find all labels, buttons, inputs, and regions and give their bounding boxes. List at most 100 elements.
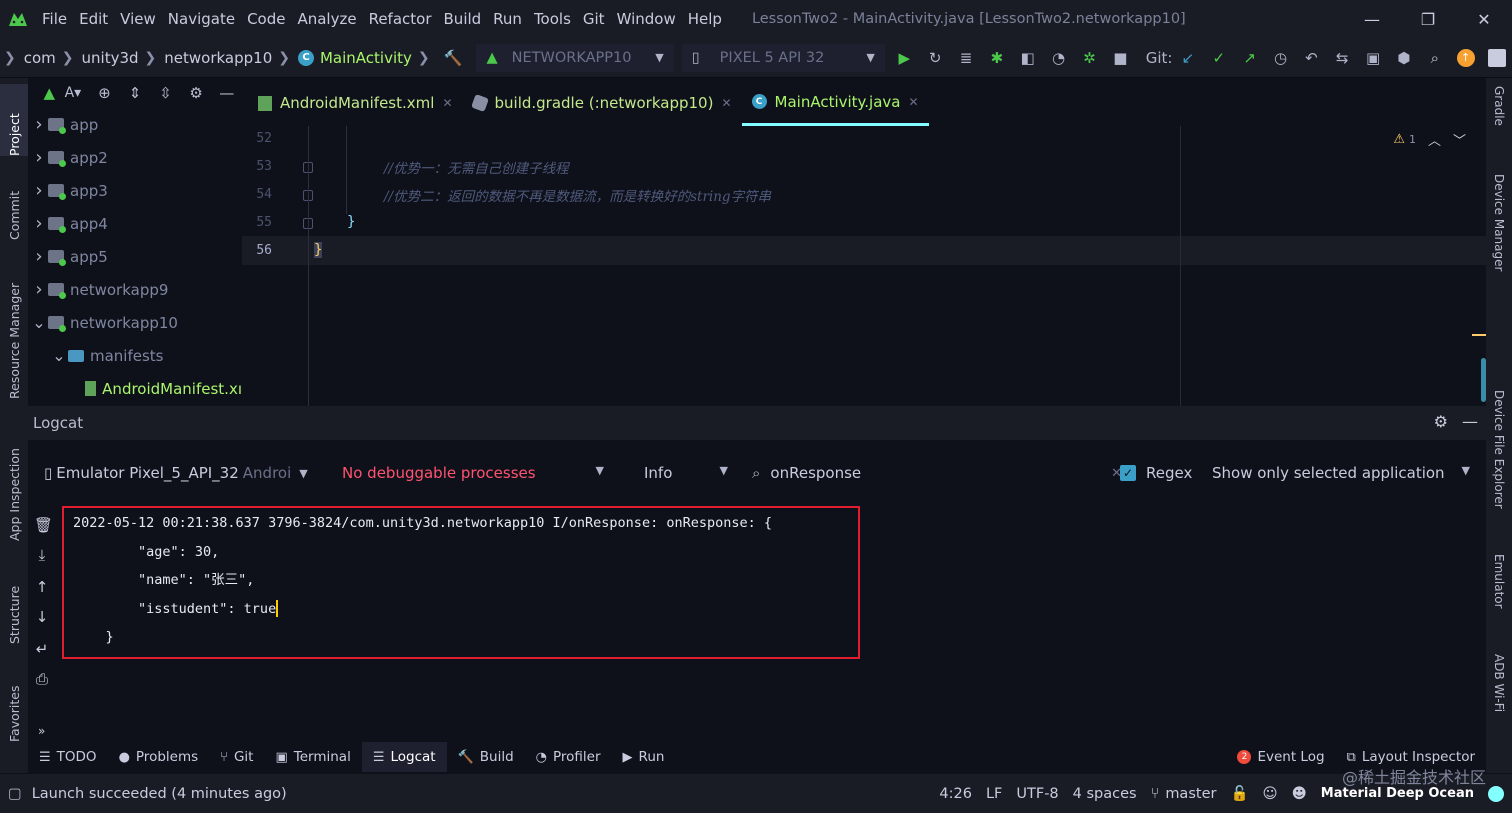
tab-device-manager[interactable]: Device Manager (1486, 174, 1512, 294)
breadcrumb-mainactivity[interactable]: C MainActivity (297, 49, 412, 67)
tab-favorites[interactable]: Favorites (0, 662, 28, 742)
run-config-select[interactable]: ▲ NETWORKAPP10 ▼ (476, 43, 674, 72)
chevron-right-icon[interactable]: › (30, 147, 48, 168)
chevron-right-icon[interactable]: › (30, 279, 48, 300)
hide-icon[interactable]: — (211, 84, 242, 102)
caret-position[interactable]: 4:26 (939, 786, 972, 802)
tree-item-networkapp10[interactable]: ⌄ networkapp10 (28, 306, 242, 339)
logcat-output[interactable]: 2022-05-12 00:21:38.637 3796-3824/com.un… (62, 506, 860, 659)
device-select[interactable]: ▯ PIXEL 5 API 32 ▼ (681, 43, 885, 72)
tab-device-file-explorer[interactable]: Device File Explorer (1486, 390, 1512, 540)
more-tools-icon[interactable]: » (38, 724, 45, 738)
tool-event-log[interactable]: 2 Event Log (1226, 742, 1335, 772)
scrollbar-thumb[interactable] (1481, 358, 1486, 402)
sync-gradle-icon[interactable]: ⇆ (1327, 44, 1358, 72)
close-icon[interactable]: ✕ (442, 96, 452, 110)
tool-run[interactable]: ▶ Run (612, 742, 676, 772)
inspector-face-icon[interactable]: ☻ (1292, 786, 1307, 802)
arrow-up-icon[interactable]: ↑ (34, 578, 50, 596)
menu-window[interactable]: Window (611, 10, 682, 28)
tab-emulator[interactable]: Emulator (1486, 554, 1512, 634)
menu-tools[interactable]: Tools (528, 10, 577, 28)
menu-build[interactable]: Build (438, 10, 488, 28)
menu-analyze[interactable]: Analyze (291, 10, 362, 28)
locate-icon[interactable]: ⊕ (89, 84, 120, 102)
inspection-widget[interactable]: ⚠ 1 (1393, 132, 1416, 147)
device-manager-icon[interactable]: ▣ (1358, 44, 1389, 72)
git-push-icon[interactable]: ↗ (1234, 44, 1265, 72)
process-filter-select[interactable]: No debuggable processes ▼ (342, 464, 604, 482)
git-commit-icon[interactable]: ✓ (1203, 44, 1234, 72)
chevron-up-icon[interactable]: ︿ (1428, 134, 1453, 149)
toggle-tool-windows-icon[interactable]: ▢ (8, 786, 22, 802)
regex-checkbox[interactable]: ✓ Regex (1120, 464, 1192, 482)
hide-panel-icon[interactable]: — (1462, 412, 1478, 431)
minimize-icon[interactable]: — (1344, 0, 1400, 38)
expand-all-icon[interactable]: ⇕ (120, 84, 151, 102)
apply-changes-icon[interactable]: ↻ (920, 44, 951, 72)
menu-file[interactable]: File (36, 10, 73, 28)
tab-androidmanifest[interactable]: AndroidManifest.xml ✕ (248, 80, 463, 126)
tab-mainactivity[interactable]: C MainActivity.java ✕ (741, 80, 929, 126)
tab-gradle[interactable]: Gradle (1486, 86, 1512, 156)
tree-item-manifests[interactable]: ⌄ manifests (28, 339, 242, 372)
sdk-manager-icon[interactable]: ⬢ (1389, 44, 1420, 72)
tool-logcat[interactable]: ☰ Logcat (361, 742, 447, 772)
tool-build[interactable]: 🔨 Build (447, 742, 525, 772)
soft-wrap-icon[interactable]: ↵ (34, 640, 50, 658)
tab-commit[interactable]: Commit (0, 170, 28, 240)
git-branch[interactable]: ⑂ master (1151, 786, 1217, 802)
history-icon[interactable]: ◷ (1265, 44, 1296, 72)
attach-debugger-icon[interactable]: ✲ (1074, 44, 1105, 72)
close-icon[interactable]: ✕ (721, 96, 731, 110)
chevron-right-icon[interactable]: › (30, 213, 48, 234)
tool-problems[interactable]: ● Problems (108, 742, 210, 772)
restore-icon[interactable]: ❐ (1400, 0, 1456, 38)
tree-item-app4[interactable]: › app4 (28, 207, 242, 240)
tool-terminal[interactable]: ▣ Terminal (264, 742, 361, 772)
log-level-select[interactable]: Info ▼ (644, 464, 728, 482)
breadcrumb-com[interactable]: com (24, 49, 56, 67)
menu-code[interactable]: Code (241, 10, 291, 28)
menu-navigate[interactable]: Navigate (162, 10, 241, 28)
tool-git[interactable]: ⑂ Git (209, 742, 264, 772)
avatar[interactable] (1481, 44, 1512, 72)
logcat-search-input[interactable]: ⌕ onResponse ✕ (752, 464, 1122, 482)
profile-icon[interactable]: ◔ (1043, 44, 1074, 72)
tab-adb-wifi[interactable]: ADB Wi-Fi (1486, 654, 1512, 744)
gear-icon[interactable]: ⚙ (181, 84, 212, 102)
tree-item-androidmanifest-x-[interactable]: AndroidManifest.xı (28, 372, 242, 405)
hammer-build-icon[interactable]: 🔨 (438, 44, 469, 72)
debug-icon[interactable]: ✱ (981, 44, 1012, 72)
git-update-icon[interactable]: ↙ (1172, 44, 1203, 72)
menu-help[interactable]: Help (682, 10, 728, 28)
code-editor[interactable]: 52 53 54 55 56 //优势一：无需自己创建子线程 //优势二：返回的… (242, 126, 1486, 406)
search-icon[interactable]: ⌕ (1419, 44, 1450, 72)
tree-item-app5[interactable]: › app5 (28, 240, 242, 273)
arrow-down-icon[interactable]: ↓ (34, 608, 50, 626)
chevron-right-icon[interactable]: › (30, 246, 48, 267)
theme-name[interactable]: Material Deep Ocean (1321, 786, 1474, 801)
breadcrumb-unity3d[interactable]: unity3d (82, 49, 139, 67)
chevron-down-icon[interactable]: ﹀ (1453, 134, 1478, 149)
tab-project[interactable]: Project (0, 84, 28, 156)
coverage-icon[interactable]: ◧ (1012, 44, 1043, 72)
update-icon[interactable]: ↑ (1450, 44, 1481, 72)
device-filter-select[interactable]: ▯ Emulator Pixel_5_API_32 Androi ▼ (44, 464, 314, 482)
scroll-to-end-icon[interactable]: ⤓ (34, 546, 50, 564)
gear-icon[interactable]: ⚙ (1434, 412, 1448, 431)
trash-icon[interactable]: 🗑 (34, 516, 53, 534)
memory-indicator-icon[interactable] (1488, 785, 1504, 802)
print-icon[interactable]: ⎙ (34, 670, 50, 688)
tree-item-app3[interactable]: › app3 (28, 174, 242, 207)
tree-item-app[interactable]: › app (28, 108, 242, 141)
chevron-right-icon[interactable]: › (30, 114, 48, 135)
tree-item-networkapp9[interactable]: › networkapp9 (28, 273, 242, 306)
tree-item-app2[interactable]: › app2 (28, 141, 242, 174)
menu-run[interactable]: Run (487, 10, 528, 28)
chevron-right-icon[interactable]: › (30, 180, 48, 201)
menu-edit[interactable]: Edit (73, 10, 114, 28)
indent-setting[interactable]: 4 spaces (1073, 786, 1137, 802)
collapse-all-icon[interactable]: ⇳ (150, 84, 181, 102)
chevron-down-icon[interactable]: ⌄ (30, 313, 48, 332)
